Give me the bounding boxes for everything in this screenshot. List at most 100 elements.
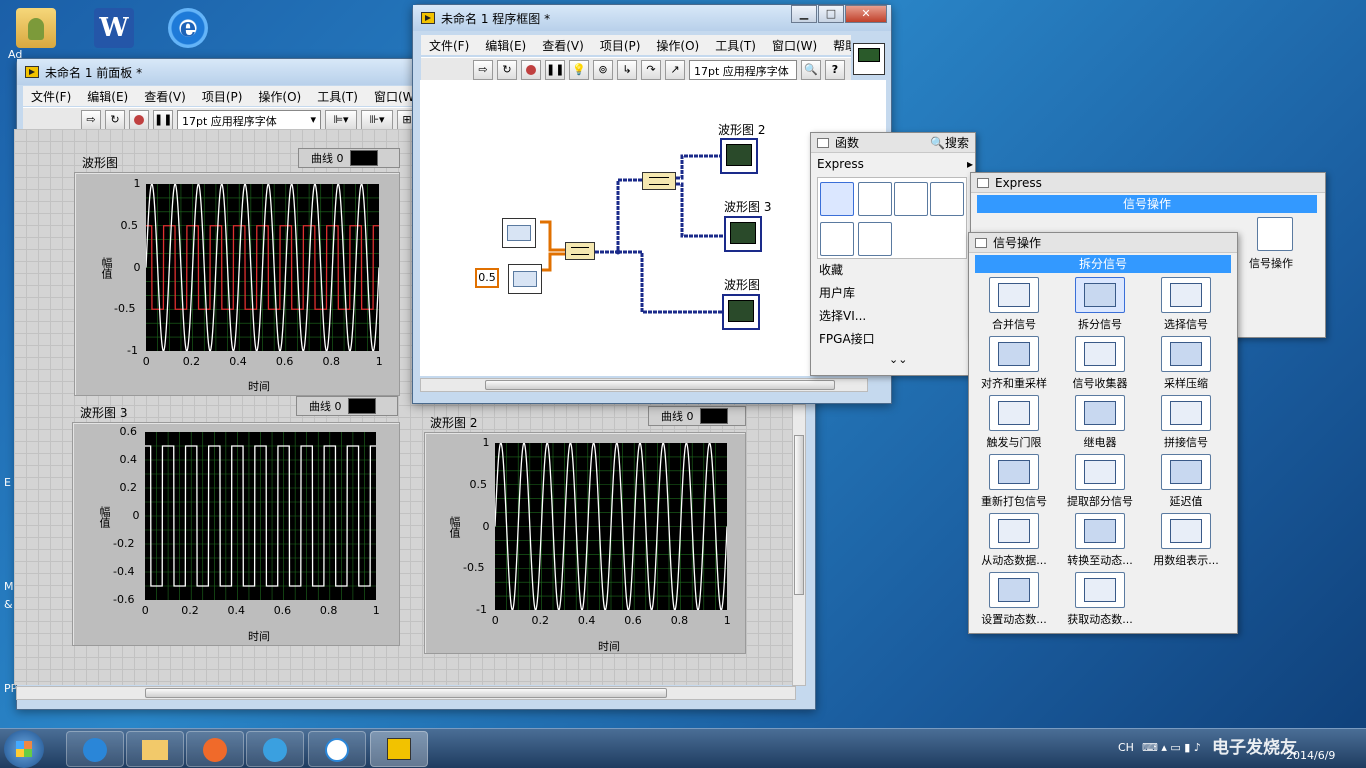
menu-view[interactable]: 查看(V): [136, 88, 194, 105]
retain-wire-values-button[interactable]: ⊚: [593, 60, 613, 80]
graph2-terminal[interactable]: [720, 138, 758, 174]
palette-list-item[interactable]: 选择VI...: [819, 307, 866, 324]
run-continuous-button[interactable]: ↻: [497, 60, 517, 80]
font-select[interactable]: 17pt 应用程序字体: [689, 60, 797, 80]
desktop-icon-user-folder[interactable]: Ad: [8, 8, 64, 61]
signal-palette-item-icon[interactable]: [1075, 277, 1125, 313]
signal-palette-item-icon[interactable]: [989, 454, 1039, 490]
close-button[interactable]: ✕: [845, 5, 887, 23]
scrollbar-thumb[interactable]: [145, 688, 667, 698]
minimize-button[interactable]: ▁: [791, 5, 817, 23]
search-icon[interactable]: 🔍: [801, 60, 821, 80]
menu-edit[interactable]: 编辑(E): [477, 37, 534, 54]
scrollbar-thumb[interactable]: [794, 435, 804, 595]
scrollbar-thumb[interactable]: [485, 380, 835, 390]
taskbar-sogou[interactable]: [308, 731, 366, 767]
signal-palette-item-icon[interactable]: [989, 572, 1039, 608]
menu-project[interactable]: 项目(P): [592, 37, 649, 54]
front-panel-horizontal-scrollbar[interactable]: [16, 686, 796, 700]
signal-palette-header[interactable]: 信号操作: [969, 233, 1237, 253]
tray-icons[interactable]: ⌨ ▴ ▭ ▮ ♪: [1142, 741, 1201, 754]
graph1-terminal[interactable]: [722, 294, 760, 330]
arithmetic-express-icon[interactable]: [858, 222, 892, 256]
exec-control-express-icon[interactable]: [820, 222, 854, 256]
taskbar-labview[interactable]: [370, 731, 428, 767]
help-icon[interactable]: ?: [825, 60, 845, 80]
plot-legend[interactable]: 曲线 0: [298, 148, 400, 168]
pause-button[interactable]: ❚❚: [545, 60, 565, 80]
desktop-icon-word[interactable]: W: [86, 8, 142, 60]
palette-list-item[interactable]: 收藏: [819, 261, 843, 278]
plot-area-graph-1[interactable]: [145, 183, 380, 352]
signal-manipulation-express-icon[interactable]: [930, 182, 964, 216]
pause-button[interactable]: ❚❚: [153, 110, 173, 130]
express-palette-header[interactable]: Express: [971, 173, 1325, 193]
align-objects-button[interactable]: ⊫▾: [325, 110, 357, 130]
category-express[interactable]: Express ▸: [817, 157, 973, 171]
taskbar-explorer[interactable]: [126, 731, 184, 767]
search-button[interactable]: 🔍搜索: [930, 134, 969, 151]
front-panel-vertical-scrollbar[interactable]: [792, 404, 806, 686]
maximize-button[interactable]: □: [818, 5, 844, 23]
highlight-execution-icon[interactable]: 💡: [569, 60, 589, 80]
pin-icon[interactable]: [975, 237, 987, 248]
sine-generator-node[interactable]: [502, 218, 536, 248]
signal-palette-item-icon[interactable]: [1075, 572, 1125, 608]
run-button[interactable]: ⇨: [473, 60, 493, 80]
input-express-icon[interactable]: [820, 182, 854, 216]
plot-area-graph-2[interactable]: [494, 442, 728, 611]
menu-tools[interactable]: 工具(T): [707, 37, 764, 54]
menu-view[interactable]: 查看(V): [534, 37, 592, 54]
menu-edit[interactable]: 编辑(E): [79, 88, 136, 105]
menu-tools[interactable]: 工具(T): [309, 88, 366, 105]
menu-project[interactable]: 项目(P): [194, 88, 251, 105]
start-button[interactable]: [4, 730, 44, 768]
menu-window[interactable]: 窗口(W): [764, 37, 825, 54]
menu-file[interactable]: 文件(F): [23, 88, 79, 105]
signal-palette-item-icon[interactable]: [1161, 513, 1211, 549]
signal-palette-item-icon[interactable]: [989, 277, 1039, 313]
plot-legend[interactable]: 曲线 0: [648, 406, 746, 426]
step-into-button[interactable]: ↳: [617, 60, 637, 80]
numeric-constant[interactable]: 0.5: [475, 268, 499, 288]
taskbar-app[interactable]: [246, 731, 304, 767]
signal-palette-item-icon[interactable]: [1161, 336, 1211, 372]
menu-help[interactable]: 帮助(H): [825, 37, 851, 54]
taskbar-media-player[interactable]: [186, 731, 244, 767]
menu-operate[interactable]: 操作(O): [250, 88, 309, 105]
signal-palette-item-icon[interactable]: [1075, 395, 1125, 431]
step-over-button[interactable]: ↷: [641, 60, 661, 80]
block-diagram-titlebar[interactable]: 未命名 1 程序框图 * ▁ □ ✕: [413, 5, 891, 31]
run-continuous-button[interactable]: ↻: [105, 110, 125, 130]
expand-more-icon[interactable]: ⌄⌄: [889, 353, 907, 366]
palette-list-item[interactable]: 用户库: [819, 284, 855, 301]
menu-operate[interactable]: 操作(O): [648, 37, 707, 54]
palette-list-item[interactable]: FPGA接口: [819, 330, 875, 347]
plot-legend[interactable]: 曲线 0: [296, 396, 398, 416]
desktop-icon-ie[interactable]: e: [160, 8, 216, 60]
output-express-icon[interactable]: [894, 182, 928, 216]
signal-palette-item-icon[interactable]: [1161, 395, 1211, 431]
graph3-terminal[interactable]: [724, 216, 762, 252]
distribute-objects-button[interactable]: ⊪▾: [361, 110, 393, 130]
pin-icon[interactable]: [817, 137, 829, 148]
signal-palette-item-icon[interactable]: [1161, 277, 1211, 313]
input-language[interactable]: CH: [1118, 741, 1134, 754]
taskbar-ie[interactable]: [66, 731, 124, 767]
signal-palette-item-icon[interactable]: [989, 395, 1039, 431]
analysis-express-icon[interactable]: [858, 182, 892, 216]
step-out-button[interactable]: ↗: [665, 60, 685, 80]
run-button[interactable]: ⇨: [81, 110, 101, 130]
split-signals-node[interactable]: [642, 172, 676, 190]
signal-palette-item-icon[interactable]: [1075, 454, 1125, 490]
abort-button[interactable]: [129, 110, 149, 130]
signal-palette-item-icon[interactable]: [1075, 513, 1125, 549]
vi-icon[interactable]: [853, 43, 885, 75]
functions-palette-header[interactable]: 函数 🔍搜索: [811, 133, 975, 153]
block-diagram-horizontal-scrollbar[interactable]: [420, 378, 868, 392]
signal-manipulation-icon[interactable]: [1257, 217, 1293, 251]
abort-button[interactable]: [521, 60, 541, 80]
pin-icon[interactable]: [977, 177, 989, 188]
square-generator-node[interactable]: [508, 264, 542, 294]
signal-palette-item-icon[interactable]: [1161, 454, 1211, 490]
